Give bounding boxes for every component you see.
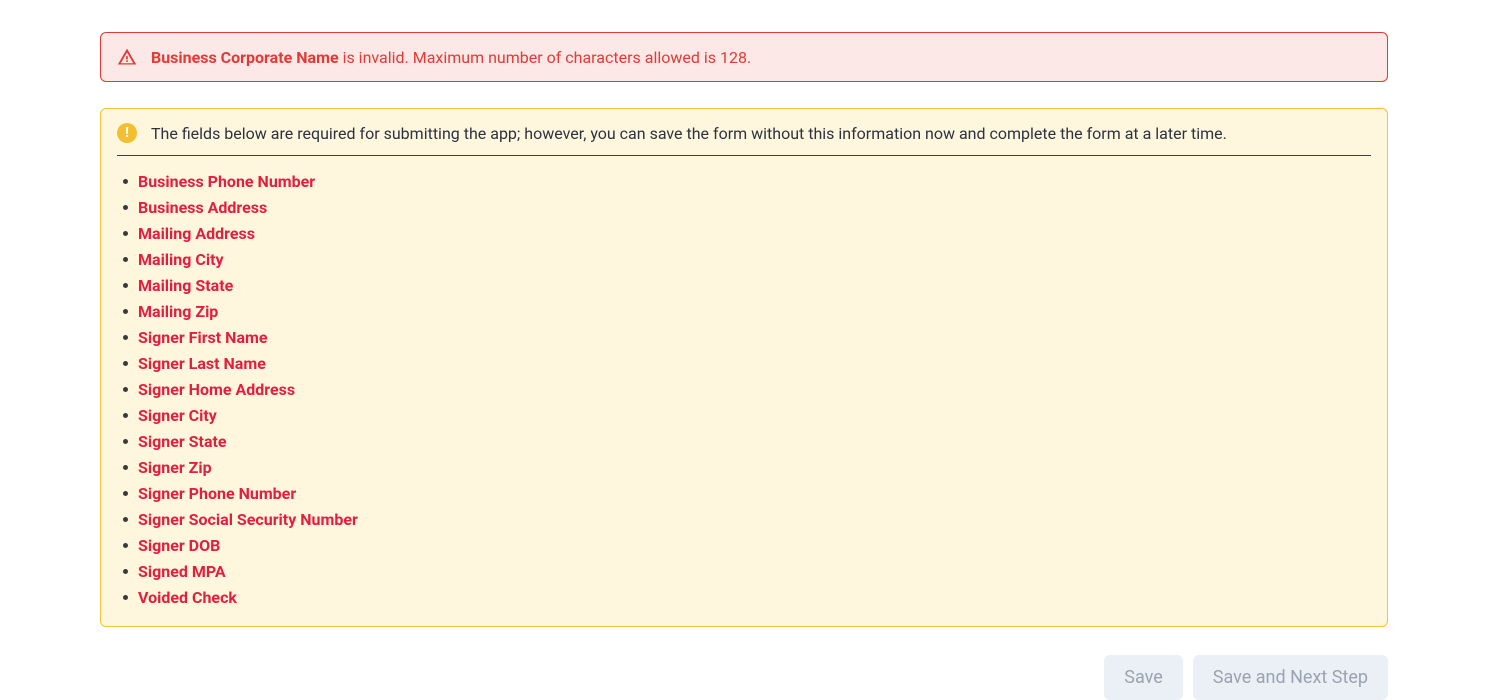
list-item: Mailing State [123, 272, 1371, 298]
exclamation-circle-icon: ! [117, 123, 137, 143]
warning-header: ! The fields below are required for subm… [117, 123, 1371, 156]
required-field-link[interactable]: Business Phone Number [138, 172, 315, 191]
list-item: Mailing City [123, 246, 1371, 272]
list-item: Business Address [123, 194, 1371, 220]
list-item: Signer First Name [123, 324, 1371, 350]
list-item: Signer City [123, 402, 1371, 428]
save-button[interactable]: Save [1104, 655, 1183, 700]
required-field-link[interactable]: Signer Home Address [138, 380, 295, 399]
list-item: Signer State [123, 428, 1371, 454]
required-field-link[interactable]: Signer City [138, 406, 217, 425]
required-field-link[interactable]: Mailing City [138, 250, 224, 269]
required-field-link[interactable]: Signer Phone Number [138, 484, 296, 503]
warning-alert: ! The fields below are required for subm… [100, 108, 1388, 627]
list-item: Signed MPA [123, 558, 1371, 584]
bullet-icon [123, 465, 128, 470]
list-item: Signer Social Security Number [123, 506, 1371, 532]
bullet-icon [123, 543, 128, 548]
warning-triangle-icon [117, 47, 137, 67]
content-wrapper: Business Corporate Name is invalid. Maxi… [0, 0, 1488, 700]
required-field-link[interactable]: Mailing State [138, 276, 233, 295]
bullet-icon [123, 569, 128, 574]
error-message: Business Corporate Name is invalid. Maxi… [151, 48, 751, 67]
required-field-link[interactable]: Signer DOB [138, 536, 220, 555]
bullet-icon [123, 283, 128, 288]
bullet-icon [123, 413, 128, 418]
list-item: Signer Last Name [123, 350, 1371, 376]
list-item: Voided Check [123, 584, 1371, 610]
list-item: Signer Home Address [123, 376, 1371, 402]
save-and-next-button[interactable]: Save and Next Step [1193, 655, 1388, 700]
required-field-link[interactable]: Signer Social Security Number [138, 510, 358, 529]
bullet-icon [123, 179, 128, 184]
bullet-icon [123, 231, 128, 236]
error-field-name: Business Corporate Name [151, 48, 339, 67]
list-item: Signer Phone Number [123, 480, 1371, 506]
required-fields-list: Business Phone Number Business Address Mai… [117, 168, 1371, 610]
list-item: Signer DOB [123, 532, 1371, 558]
bullet-icon [123, 361, 128, 366]
list-item: Mailing Zip [123, 298, 1371, 324]
required-field-link[interactable]: Signer First Name [138, 328, 268, 347]
required-field-link[interactable]: Business Address [138, 198, 267, 217]
required-field-link[interactable]: Mailing Zip [138, 302, 218, 321]
bullet-icon [123, 439, 128, 444]
list-item: Signer Zip [123, 454, 1371, 480]
bullet-icon [123, 491, 128, 496]
bullet-icon [123, 335, 128, 340]
required-field-link[interactable]: Signer Zip [138, 458, 212, 477]
bullet-icon [123, 595, 128, 600]
required-field-link[interactable]: Signer State [138, 432, 227, 451]
bullet-icon [123, 309, 128, 314]
error-message-text: is invalid. Maximum number of characters… [339, 48, 752, 67]
list-item: Mailing Address [123, 220, 1371, 246]
required-field-link[interactable]: Voided Check [138, 588, 237, 607]
required-field-link[interactable]: Signer Last Name [138, 354, 266, 373]
button-row: Save Save and Next Step [1104, 655, 1388, 700]
bullet-icon [123, 205, 128, 210]
warning-message: The fields below are required for submit… [151, 124, 1227, 143]
bullet-icon [123, 257, 128, 262]
list-item: Business Phone Number [123, 168, 1371, 194]
required-field-link[interactable]: Mailing Address [138, 224, 255, 243]
required-field-link[interactable]: Signed MPA [138, 562, 226, 581]
error-alert: Business Corporate Name is invalid. Maxi… [100, 32, 1388, 82]
bullet-icon [123, 517, 128, 522]
bullet-icon [123, 387, 128, 392]
